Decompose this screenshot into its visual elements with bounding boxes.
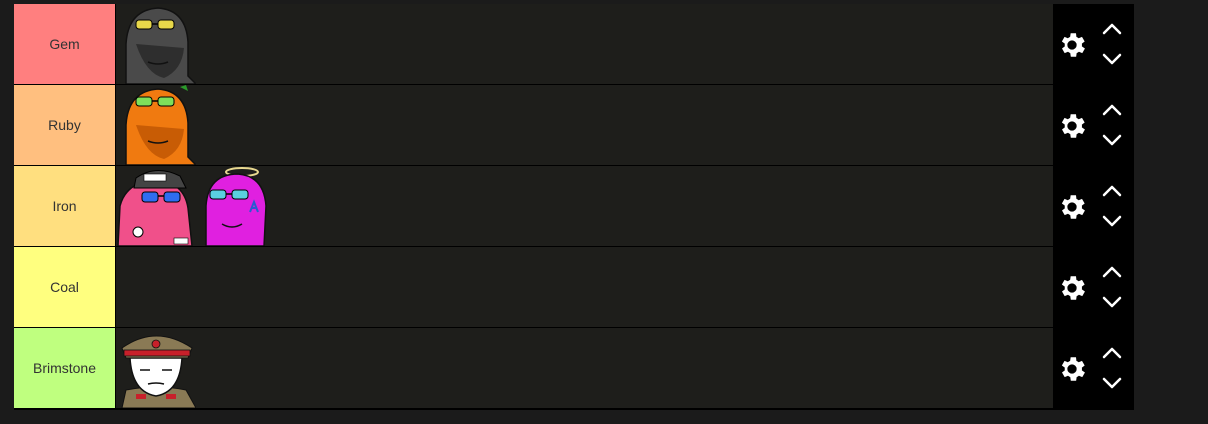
tier-label-brimstone[interactable]: Brimstone bbox=[14, 328, 116, 408]
tier-label-ruby[interactable]: Ruby bbox=[14, 85, 116, 165]
settings-gear-icon[interactable] bbox=[1056, 272, 1088, 304]
magenta-wojak-halo-icon[interactable] bbox=[198, 166, 278, 246]
settings-gear-icon[interactable] bbox=[1056, 353, 1088, 385]
soldier-wojak-cap-icon[interactable] bbox=[116, 328, 196, 408]
tier-controls-brimstone bbox=[1053, 328, 1133, 408]
tier-row-gem: Gem bbox=[14, 4, 1134, 84]
tier-controls-gem bbox=[1053, 4, 1133, 84]
tier-items-ruby[interactable] bbox=[116, 85, 1053, 165]
chevron-up-icon[interactable] bbox=[1101, 22, 1123, 36]
tier-controls-coal bbox=[1053, 247, 1133, 327]
tier-controls-ruby bbox=[1053, 85, 1133, 165]
chevron-down-icon[interactable] bbox=[1101, 376, 1123, 390]
settings-gear-icon[interactable] bbox=[1056, 29, 1088, 61]
tier-controls-iron bbox=[1053, 166, 1133, 246]
settings-gear-icon[interactable] bbox=[1056, 110, 1088, 142]
chevron-down-icon[interactable] bbox=[1101, 295, 1123, 309]
tier-label-coal[interactable]: Coal bbox=[14, 247, 116, 327]
chevron-up-icon[interactable] bbox=[1101, 265, 1123, 279]
tier-list: Gem Ruby Iron Coal Brimstone bbox=[14, 4, 1134, 410]
chevron-down-icon[interactable] bbox=[1101, 52, 1123, 66]
tier-label-iron[interactable]: Iron bbox=[14, 166, 116, 246]
tier-label-gem[interactable]: Gem bbox=[14, 4, 116, 84]
tier-items-iron[interactable] bbox=[116, 166, 1053, 246]
tier-items-gem[interactable] bbox=[116, 4, 1053, 84]
tier-row-iron: Iron bbox=[14, 166, 1134, 246]
chevron-up-icon[interactable] bbox=[1101, 103, 1123, 117]
orange-wojak-sunglasses-icon[interactable] bbox=[116, 85, 196, 165]
chevron-up-icon[interactable] bbox=[1101, 184, 1123, 198]
settings-gear-icon[interactable] bbox=[1056, 191, 1088, 223]
chevron-down-icon[interactable] bbox=[1101, 133, 1123, 147]
chevron-up-icon[interactable] bbox=[1101, 346, 1123, 360]
chevron-down-icon[interactable] bbox=[1101, 214, 1123, 228]
tier-row-ruby: Ruby bbox=[14, 85, 1134, 165]
tier-items-brimstone[interactable] bbox=[116, 328, 1053, 408]
tier-row-coal: Coal bbox=[14, 247, 1134, 327]
tier-items-coal[interactable] bbox=[116, 247, 1053, 327]
pink-wojak-cap-icon[interactable] bbox=[116, 166, 196, 246]
tier-row-brimstone: Brimstone bbox=[14, 328, 1134, 408]
black-wojak-sunglasses-icon[interactable] bbox=[116, 4, 196, 84]
